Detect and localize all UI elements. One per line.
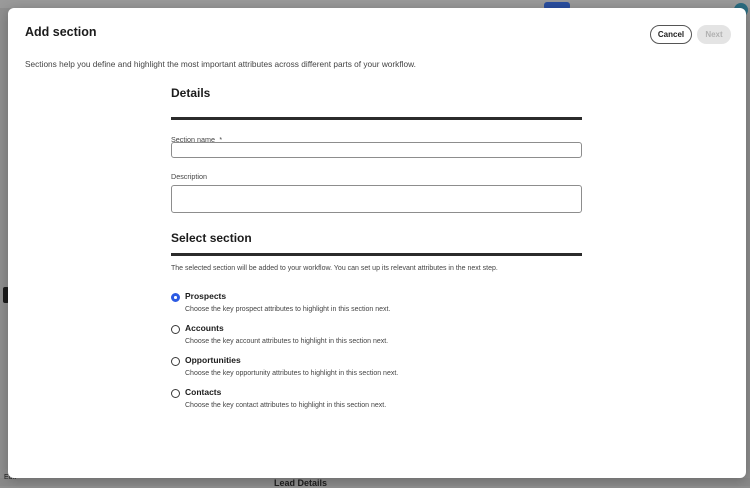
select-section-description: The selected section will be added to yo…: [171, 265, 498, 272]
section-option-prospects[interactable]: Prospects Choose the key prospect attrib…: [171, 291, 582, 319]
option-label: Accounts: [185, 323, 224, 333]
section-option-opportunities[interactable]: Opportunities Choose the key opportunity…: [171, 355, 582, 383]
option-description: Choose the key contact attributes to hig…: [185, 402, 387, 409]
cancel-button[interactable]: Cancel: [650, 25, 692, 44]
add-section-dialog: Add section Cancel Next Sections help yo…: [8, 8, 746, 478]
section-name-input[interactable]: [171, 142, 582, 158]
option-label: Prospects: [185, 291, 227, 301]
next-button[interactable]: Next: [697, 25, 731, 44]
details-heading: Details: [171, 86, 211, 100]
select-section-heading: Select section: [171, 231, 252, 245]
radio-prospects[interactable]: [171, 293, 180, 302]
details-divider: [171, 117, 582, 120]
option-description: Choose the key prospect attributes to hi…: [185, 306, 391, 313]
radio-accounts[interactable]: [171, 325, 180, 334]
option-description: Choose the key opportunity attributes to…: [185, 370, 399, 377]
dialog-intro: Sections help you define and highlight t…: [25, 59, 416, 69]
option-label: Contacts: [185, 387, 222, 397]
section-option-accounts[interactable]: Accounts Choose the key account attribut…: [171, 323, 582, 351]
radio-contacts[interactable]: [171, 389, 180, 398]
select-section-divider: [171, 253, 582, 256]
option-description: Choose the key account attributes to hig…: [185, 338, 389, 345]
section-option-contacts[interactable]: Contacts Choose the key contact attribut…: [171, 387, 582, 415]
description-field[interactable]: [171, 185, 582, 213]
background-content: [0, 478, 750, 486]
option-label: Opportunities: [185, 355, 241, 365]
radio-opportunities[interactable]: [171, 357, 180, 366]
background-lead-heading: Lead Details: [274, 478, 328, 488]
background-app-header: [0, 0, 750, 8]
description-label: Description: [171, 172, 207, 181]
dialog-title: Add section: [25, 25, 97, 39]
